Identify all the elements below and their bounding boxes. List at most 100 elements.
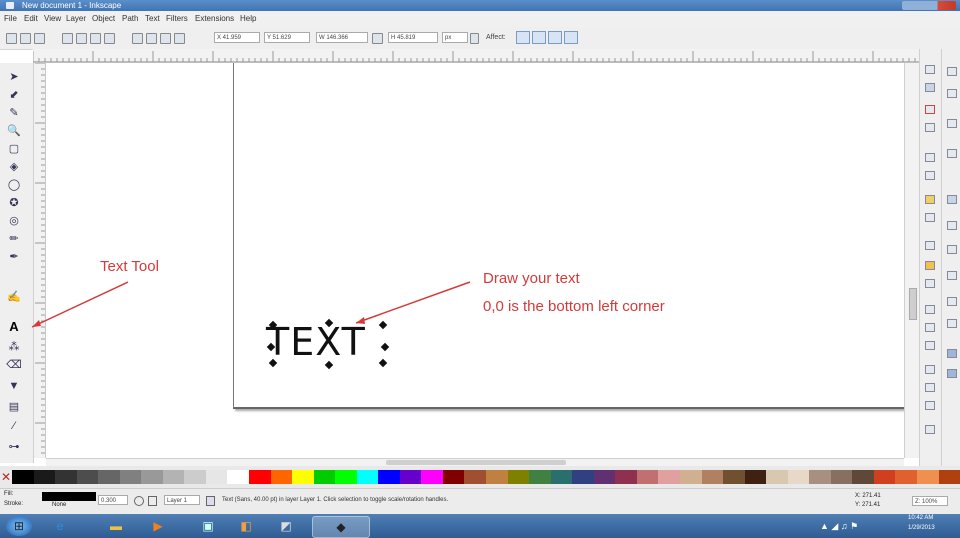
export-icon[interactable]: [925, 195, 935, 204]
move-patterns-toggle[interactable]: [564, 31, 578, 44]
save-icon[interactable]: [925, 123, 935, 132]
selector-icon[interactable]: ➤: [7, 69, 21, 83]
palette-swatch[interactable]: [679, 470, 702, 484]
start-button[interactable]: ⊞: [6, 516, 32, 536]
new-icon[interactable]: [925, 83, 935, 92]
pencil-icon[interactable]: ✏: [7, 231, 21, 245]
palette-swatch[interactable]: [141, 470, 163, 484]
palette-swatch[interactable]: [378, 470, 400, 484]
palette-swatch[interactable]: [356, 470, 379, 484]
calligraphy-icon[interactable]: ✍: [7, 289, 21, 303]
palette-swatch[interactable]: [464, 470, 487, 484]
palette-swatch[interactable]: [76, 470, 99, 484]
connector-icon[interactable]: ⊶: [7, 439, 21, 453]
snap-others-icon[interactable]: [947, 349, 957, 358]
duplicate-icon[interactable]: [925, 365, 935, 374]
select-all-layers-icon[interactable]: [20, 33, 31, 44]
opacity-field[interactable]: 0.300: [98, 495, 128, 505]
ie-icon[interactable]: e: [44, 516, 76, 536]
snap-text-icon[interactable]: [947, 319, 957, 328]
fill-stroke-icon[interactable]: [925, 425, 935, 434]
palette-swatch[interactable]: [421, 470, 443, 484]
snap-nodes-icon[interactable]: [947, 119, 957, 128]
raise-to-top-icon[interactable]: [132, 33, 143, 44]
palette-swatch[interactable]: [550, 470, 573, 484]
snap-enable-icon[interactable]: [947, 67, 957, 76]
import-icon[interactable]: [925, 171, 935, 180]
zoom-page-icon[interactable]: [925, 341, 935, 350]
menu-extensions[interactable]: Extensions: [195, 14, 234, 23]
menu-edit[interactable]: Edit: [24, 14, 38, 23]
text-object[interactable]: TEXT: [266, 320, 366, 364]
group-icon[interactable]: [925, 401, 935, 410]
color-palette[interactable]: ✕: [0, 466, 960, 488]
palette-swatch[interactable]: [12, 470, 34, 484]
palette-swatch[interactable]: [873, 470, 896, 484]
palette-swatch[interactable]: [33, 470, 56, 484]
x-field[interactable]: X 41.959: [214, 32, 260, 43]
palette-swatch[interactable]: [615, 470, 637, 484]
vertical-scroll-thumb[interactable]: [909, 288, 917, 320]
ellipse-icon[interactable]: ◯: [7, 177, 21, 191]
pen-icon[interactable]: ✒: [7, 249, 21, 263]
palette-swatch[interactable]: [205, 470, 228, 484]
bucket-icon[interactable]: ▼: [7, 379, 21, 393]
menu-help[interactable]: Help: [240, 14, 256, 23]
palette-swatch[interactable]: [270, 470, 293, 484]
menu-layer[interactable]: Layer: [66, 14, 86, 23]
palette-swatch[interactable]: [162, 470, 185, 484]
palette-swatch[interactable]: [184, 470, 206, 484]
window-controls[interactable]: [902, 1, 956, 10]
menu-file[interactable]: File: [4, 14, 17, 23]
menu-object[interactable]: Object: [92, 14, 115, 23]
y-field[interactable]: Y 51.629: [264, 32, 310, 43]
print-icon[interactable]: [925, 153, 935, 162]
node-icon[interactable]: ⬋: [7, 87, 21, 101]
lower-icon[interactable]: [160, 33, 171, 44]
explorer-icon[interactable]: ▬: [100, 516, 132, 536]
snap-grid-icon[interactable]: [947, 221, 957, 230]
eraser-icon[interactable]: ⌫: [6, 357, 22, 371]
rotate-ccw-icon[interactable]: [62, 33, 73, 44]
palette-swatch[interactable]: [852, 470, 874, 484]
lock-icon[interactable]: [148, 496, 157, 506]
zoom-selection-icon[interactable]: [925, 305, 935, 314]
rotate-cw-icon[interactable]: [76, 33, 87, 44]
palette-swatch[interactable]: [399, 470, 422, 484]
spray-icon[interactable]: ⁂: [7, 339, 21, 353]
palette-swatch[interactable]: [593, 470, 616, 484]
copy-icon[interactable]: [925, 261, 935, 270]
dropper-icon[interactable]: ⁄: [7, 419, 21, 433]
open-icon[interactable]: [925, 105, 935, 114]
scale-corners-toggle[interactable]: [532, 31, 546, 44]
flip-vertical-icon[interactable]: [104, 33, 115, 44]
palette-swatch[interactable]: [119, 470, 142, 484]
chevron-down-icon[interactable]: [206, 496, 215, 506]
3dbox-icon[interactable]: ◈: [7, 159, 21, 173]
tweak-icon[interactable]: ✎: [7, 105, 21, 119]
palette-swatch[interactable]: [292, 470, 314, 484]
palette-swatch[interactable]: [313, 470, 336, 484]
palette-swatch[interactable]: [572, 470, 594, 484]
palette-swatch[interactable]: [787, 470, 810, 484]
snap-guides-icon[interactable]: [947, 245, 957, 254]
width-field[interactable]: W 146.366: [316, 32, 368, 43]
lower-to-bottom-icon[interactable]: [174, 33, 185, 44]
clone-icon[interactable]: [925, 383, 935, 392]
palette-swatch[interactable]: [938, 470, 960, 484]
select-all-icon[interactable]: [6, 33, 17, 44]
vertical-scrollbar[interactable]: [904, 63, 920, 458]
menu-path[interactable]: Path: [122, 14, 138, 23]
palette-swatch[interactable]: [98, 470, 120, 484]
scale-stroke-toggle[interactable]: [516, 31, 530, 44]
deselect-icon[interactable]: [34, 33, 45, 44]
eye-icon[interactable]: [134, 496, 144, 506]
lock-icon[interactable]: [372, 33, 383, 44]
palette-swatch[interactable]: [723, 470, 745, 484]
palette-swatch[interactable]: [249, 470, 271, 484]
no-paint-swatch[interactable]: ✕: [0, 470, 12, 484]
menu-text[interactable]: Text: [145, 14, 160, 23]
units-select[interactable]: px: [442, 32, 468, 43]
tray-icons[interactable]: ▲ ◢ ♫ ⚑: [820, 521, 858, 532]
palette-swatch[interactable]: [227, 470, 250, 484]
